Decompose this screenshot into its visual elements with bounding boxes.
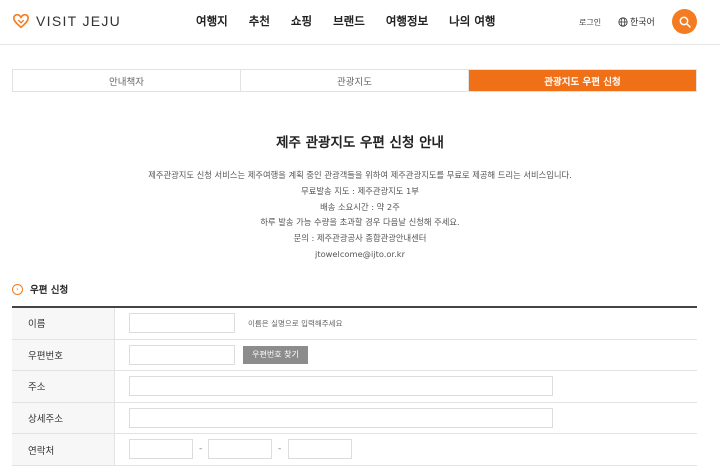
logo-text: VISIT JEJU [36,13,122,29]
phone-input-2[interactable] [208,439,272,460]
zipcode-input[interactable] [129,344,235,365]
intro-line: 배송 소요시간 : 약 2주 [320,201,400,212]
tab-brochure[interactable]: 안내책자 [13,70,241,91]
site-header: VISIT JEJU 여행지 추천 쇼핑 브랜드 여행정보 나의 여행 로그인 … [0,0,720,45]
nav-item-brand[interactable]: 브랜드 [333,13,365,29]
tab-map-mail-request[interactable]: 관광지도 우편 신청 [469,70,696,91]
language-label: 한국어 [630,18,655,28]
intro-line: 제주관광지도 신청 서비스는 제주여행을 계획 중인 관광객들을 위하여 제주관… [148,170,572,180]
address-label: 주소 [12,371,115,402]
mail-request-form: 이름 이름은 실명으로 입력해주세요 우편번호 우편번호 찾기 주소 상세주소 … [12,306,697,466]
contact-email: jtowelcome@ijto.or.kr [315,248,405,259]
zipcode-label: 우편번호 [12,339,115,371]
section-header: › 우편 신청 [12,282,68,296]
language-selector[interactable]: 한국어 [618,15,655,28]
nav-item-recommend[interactable]: 추천 [249,13,270,29]
globe-icon [618,16,628,27]
phone-separator: - [278,444,282,455]
nav-item-my-trip[interactable]: 나의 여행 [449,13,495,29]
search-button[interactable] [672,9,697,34]
name-label: 이름 [12,308,115,339]
intro-line: 문의 : 제주관광공사 종합관광안내센터 [293,233,427,244]
address-detail-input[interactable] [129,407,553,428]
search-icon [679,16,691,28]
form-row-address: 주소 [12,371,697,403]
form-row-phone: 연락처 - - [12,434,697,466]
section-title: 우편 신청 [30,285,69,296]
intro-description: 제주관광지도 신청 서비스는 제주여행을 계획 중인 관광객들을 위하여 제주관… [0,168,720,263]
main-nav: 여행지 추천 쇼핑 브랜드 여행정보 나의 여행 [196,13,517,29]
tab-tour-map[interactable]: 관광지도 [241,70,469,91]
nav-item-shopping[interactable]: 쇼핑 [291,13,312,29]
intro-line: 하루 발송 가능 수량을 초과할 경우 다음날 신청해 주세요. [260,217,460,228]
phone-input-1[interactable] [129,439,193,460]
phone-input-3[interactable] [288,439,352,460]
address-input[interactable] [129,376,553,397]
nav-item-destinations[interactable]: 여행지 [196,13,228,29]
name-input[interactable] [129,313,235,333]
tab-bar: 안내책자 관광지도 관광지도 우편 신청 [12,69,697,92]
nav-item-travel-info[interactable]: 여행정보 [386,13,428,29]
intro-line: 무료발송 지도 : 제주관광지도 1부 [301,185,419,196]
form-row-name: 이름 이름은 실명으로 입력해주세요 [12,308,697,340]
logo[interactable]: VISIT JEJU [12,12,121,30]
logo-heart-icon [12,13,30,29]
page-title: 제주 관광지도 우편 신청 안내 [276,135,444,151]
section-circle-icon: › [12,283,23,295]
name-hint: 이름은 실명으로 입력해주세요 [248,319,343,328]
form-row-zipcode: 우편번호 우편번호 찾기 [12,339,697,372]
login-link[interactable]: 로그인 [579,17,601,28]
phone-separator: - [199,444,203,455]
find-zipcode-button[interactable]: 우편번호 찾기 [243,345,308,364]
phone-label: 연락처 [12,434,115,465]
address-detail-label: 상세주소 [12,402,115,434]
form-row-address-detail: 상세주소 [12,402,697,435]
